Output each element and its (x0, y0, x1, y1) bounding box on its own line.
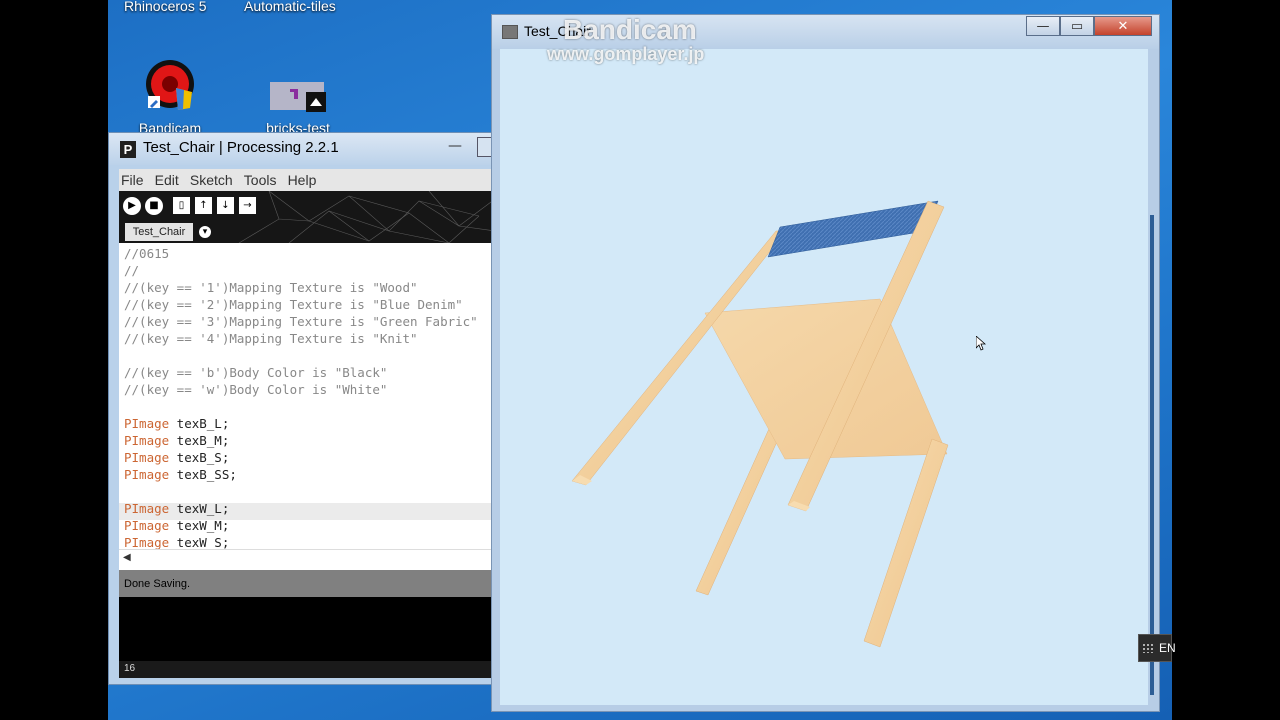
sketch-window: Test_Chair — ▭ ✕ (491, 14, 1160, 712)
processing-window: P Test_Chair | Processing 2.2.1 — File E… (108, 132, 494, 685)
editor-horizontal-scrollbar[interactable]: ◀ (119, 549, 493, 570)
menu-file[interactable]: File (119, 169, 146, 191)
sketch-minimize-button[interactable]: — (1026, 16, 1060, 36)
desktop-label-rhinoceros[interactable]: Rhinoceros 5 (124, 0, 207, 14)
new-button[interactable]: ▯ (173, 197, 190, 214)
code-identifier: texB_L; (169, 416, 230, 431)
code-line: PImage texB_S; (124, 449, 229, 466)
sketch-close-button[interactable]: ✕ (1094, 16, 1152, 36)
processing-maximize-button[interactable] (477, 137, 492, 157)
code-identifier: texB_M; (169, 433, 230, 448)
menu-help[interactable]: Help (286, 169, 319, 191)
code-keyword: PImage (124, 433, 170, 448)
status-bar: Done Saving. (119, 570, 493, 597)
line-number-bar: 16 (119, 661, 493, 678)
menu-sketch[interactable]: Sketch (188, 169, 235, 191)
code-line: //(key == '1')Mapping Texture is "Wood" (124, 280, 418, 295)
code-line: //(key == '4')Mapping Texture is "Knit" (124, 331, 418, 346)
code-line: PImage texB_M; (124, 432, 229, 449)
desktop-icon-bandicam[interactable]: Bandicam (125, 58, 215, 136)
line-number: 16 (124, 663, 136, 674)
mouse-cursor-icon (976, 336, 986, 351)
code-identifier: texW_S; (169, 535, 230, 549)
scroll-left-icon[interactable]: ◀ (123, 552, 131, 563)
processing-titlebar[interactable]: P Test_Chair | Processing 2.2.1 — (109, 133, 493, 165)
code-keyword: PImage (124, 450, 170, 465)
code-line: PImage texB_SS; (124, 466, 237, 483)
sketch-maximize-button[interactable]: ▭ (1060, 16, 1094, 36)
screen: Rhinoceros 5 Automatic-tiles Bandicam br… (0, 0, 1280, 720)
window-app-icon (502, 25, 518, 39)
code-line: PImage texW_L; (124, 500, 229, 517)
sketch-canvas[interactable] (500, 49, 1148, 705)
watermark-brand: Bandicam (563, 14, 697, 45)
code-identifier: texW_L; (169, 501, 230, 516)
processing-minimize-button[interactable]: — (441, 139, 469, 157)
ime-language-indicator[interactable]: EN (1138, 634, 1176, 662)
ime-label: EN (1159, 641, 1176, 655)
code-line: // (124, 263, 140, 278)
console-area[interactable] (119, 597, 493, 661)
bandicam-icon (146, 60, 194, 110)
tab-test-chair[interactable]: Test_Chair (125, 223, 193, 241)
chair-render (571, 200, 949, 648)
watermark-url: www.gomplayer.jp (547, 44, 705, 64)
code-keyword: PImage (124, 501, 170, 516)
processing-toolbar: ▶ ■ ▯ ↑ ↓ → Test_Chair ▾ (119, 191, 493, 243)
code-editor[interactable]: //0615 // //(key == '1')Mapping Texture is… (119, 243, 493, 549)
code-line: //(key == '2')Mapping Texture is "Blue D… (124, 297, 463, 312)
code-keyword: PImage (124, 416, 170, 431)
menu-edit[interactable]: Edit (153, 169, 181, 191)
code-line: //(key == '3')Mapping Texture is "Green … (124, 314, 478, 329)
code-line: //0615 (124, 246, 170, 261)
open-button[interactable]: ↑ (195, 197, 212, 214)
chair-leg-front-right (863, 438, 949, 648)
code-identifier: texB_SS; (169, 467, 237, 482)
code-keyword: PImage (124, 518, 170, 533)
tab-menu-button[interactable]: ▾ (199, 226, 211, 238)
code-line: PImage texB_L; (124, 415, 229, 432)
code-keyword: PImage (124, 467, 170, 482)
code-line: PImage texW_S; (124, 534, 229, 549)
menu-tools[interactable]: Tools (242, 169, 279, 191)
status-message: Done Saving. (124, 578, 191, 590)
image-file-icon (270, 82, 326, 112)
code-keyword: PImage (124, 535, 170, 549)
code-identifier: texW_M; (169, 518, 230, 533)
save-button[interactable]: ↓ (217, 197, 234, 214)
code-identifier: texB_S; (169, 450, 230, 465)
processing-window-title: Test_Chair | Processing 2.2.1 (143, 139, 339, 156)
code-line: PImage texW_M; (124, 517, 229, 534)
code-line: //(key == 'b')Body Color is "Black" (124, 365, 388, 380)
stop-button[interactable]: ■ (145, 197, 163, 215)
sketch-scrollbar[interactable] (1150, 215, 1154, 695)
code-line: //(key == 'w')Body Color is "White" (124, 382, 388, 397)
export-button[interactable]: → (239, 197, 256, 214)
processing-logo-icon: P (120, 141, 136, 158)
desktop-label-automatic-tiles[interactable]: Automatic-tiles (244, 0, 336, 14)
keyboard-icon (1142, 643, 1154, 653)
desktop-icon-bricks-test[interactable]: bricks-test (253, 80, 343, 136)
processing-menubar: File Edit Sketch Tools Help (119, 169, 493, 191)
run-button[interactable]: ▶ (123, 197, 141, 215)
